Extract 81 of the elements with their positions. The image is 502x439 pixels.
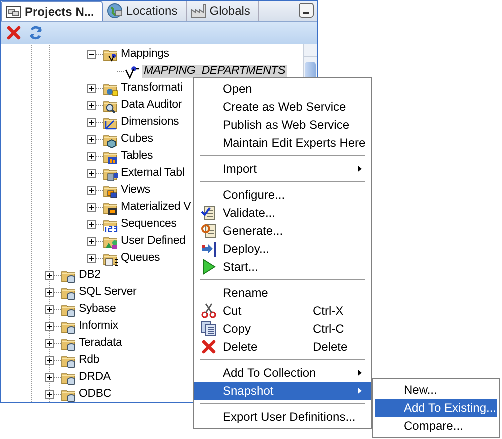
tree-item[interactable]: Cubes <box>121 133 154 146</box>
play-icon <box>200 259 216 275</box>
expand-icon[interactable] <box>87 152 96 161</box>
tree-item[interactable]: Materialized V <box>121 201 192 214</box>
tree-item[interactable]: Data Auditor <box>121 99 182 112</box>
menu-item[interactable]: Export User Definitions... <box>194 408 371 426</box>
tree-item[interactable]: Dimensions <box>121 116 180 129</box>
menu-item[interactable]: Compare... <box>375 417 497 435</box>
tree-item[interactable]: DB2 <box>79 269 101 282</box>
menu-item[interactable]: Add To Collection <box>194 364 371 382</box>
tree-item[interactable]: Sybase <box>79 303 116 316</box>
expand-icon[interactable] <box>45 373 54 382</box>
mapping-icon <box>124 64 140 80</box>
expand-icon[interactable] <box>87 135 96 144</box>
refresh-icon[interactable] <box>28 25 44 41</box>
expand-icon[interactable] <box>45 339 54 348</box>
shortcut-label: Delete <box>313 340 349 354</box>
menu-item[interactable]: Cut Ctrl-X <box>194 302 371 320</box>
menu-item[interactable]: Maintain Edit Experts Here <box>194 134 371 152</box>
expand-icon[interactable] <box>87 101 96 110</box>
menu-item[interactable]: Start... <box>194 258 371 276</box>
collapse-icon[interactable] <box>87 50 96 59</box>
tree-item[interactable]: Teradata <box>79 337 122 350</box>
expand-icon[interactable] <box>45 390 54 399</box>
tab[interactable]: Projects N... <box>1 1 104 21</box>
expand-icon[interactable] <box>45 305 54 314</box>
menu-item[interactable]: Create as Web Service <box>194 98 371 116</box>
deploy-arrow-icon <box>200 241 216 257</box>
expand-icon[interactable] <box>87 118 96 127</box>
menu-item[interactable]: Configure... <box>194 186 371 204</box>
menu-item[interactable]: Copy Ctrl-C <box>194 320 371 338</box>
tree-item[interactable]: Queues <box>121 252 160 265</box>
tree-item[interactable]: DRDA <box>79 371 111 384</box>
minimize-button[interactable] <box>299 3 314 18</box>
tree-item[interactable]: Informix <box>79 320 118 333</box>
shortcut-label: Ctrl-C <box>313 322 346 336</box>
expand-icon[interactable] <box>45 271 54 280</box>
menu-item[interactable]: Publish as Web Service <box>194 116 371 134</box>
gear-document-icon <box>200 223 216 239</box>
globe-icon <box>107 3 124 19</box>
tab[interactable]: Globals <box>186 1 260 21</box>
checklist-icon <box>200 205 216 221</box>
delete-icon[interactable] <box>6 25 22 41</box>
tree-item[interactable]: MAPPING_DEPARTMENTS <box>142 65 288 78</box>
expand-icon[interactable] <box>87 220 96 229</box>
delete-icon <box>200 339 216 355</box>
factory-icon <box>190 3 207 19</box>
expand-icon[interactable] <box>45 322 54 331</box>
menu-item[interactable]: Deploy... <box>194 240 371 258</box>
tree-item[interactable]: Sequences <box>121 218 177 231</box>
tree-item[interactable]: Rdb <box>79 354 100 367</box>
menu-item[interactable]: Delete Delete <box>194 338 371 356</box>
scissors-icon <box>200 303 216 319</box>
expand-icon[interactable] <box>87 169 96 178</box>
menu-item[interactable]: Open <box>194 80 371 98</box>
window-icon <box>6 4 22 20</box>
tree-item[interactable]: Mappings <box>121 48 170 61</box>
tree-item[interactable]: Views <box>121 184 150 197</box>
menu-item[interactable]: Rename <box>194 284 371 302</box>
tab[interactable]: Locations <box>103 1 187 21</box>
shortcut-label: Ctrl-X <box>313 304 345 318</box>
menu-item[interactable]: Snapshot <box>194 382 371 400</box>
tree-item[interactable]: ODBC <box>79 388 112 401</box>
expand-icon[interactable] <box>87 203 96 212</box>
expand-icon[interactable] <box>87 186 96 195</box>
expand-icon[interactable] <box>45 288 54 297</box>
tree-item[interactable]: SQL Server <box>79 286 137 299</box>
tree-item[interactable]: Transformati <box>121 82 183 95</box>
expand-icon[interactable] <box>87 237 96 246</box>
copy-icon <box>200 321 216 337</box>
tree-item[interactable]: User Defined <box>121 235 186 248</box>
expand-icon[interactable] <box>87 254 96 263</box>
menu-item[interactable]: Validate... <box>194 204 371 222</box>
tree-item[interactable]: Tables <box>121 150 154 163</box>
tree-item[interactable]: External Tabl <box>121 167 185 180</box>
menu-item[interactable]: New... <box>375 381 497 399</box>
expand-icon[interactable] <box>87 84 96 93</box>
menu-item[interactable]: Generate... <box>194 222 371 240</box>
expand-icon[interactable] <box>45 356 54 365</box>
menu-item[interactable]: Import <box>194 160 371 178</box>
menu-item[interactable]: Add To Existing... <box>375 399 497 417</box>
